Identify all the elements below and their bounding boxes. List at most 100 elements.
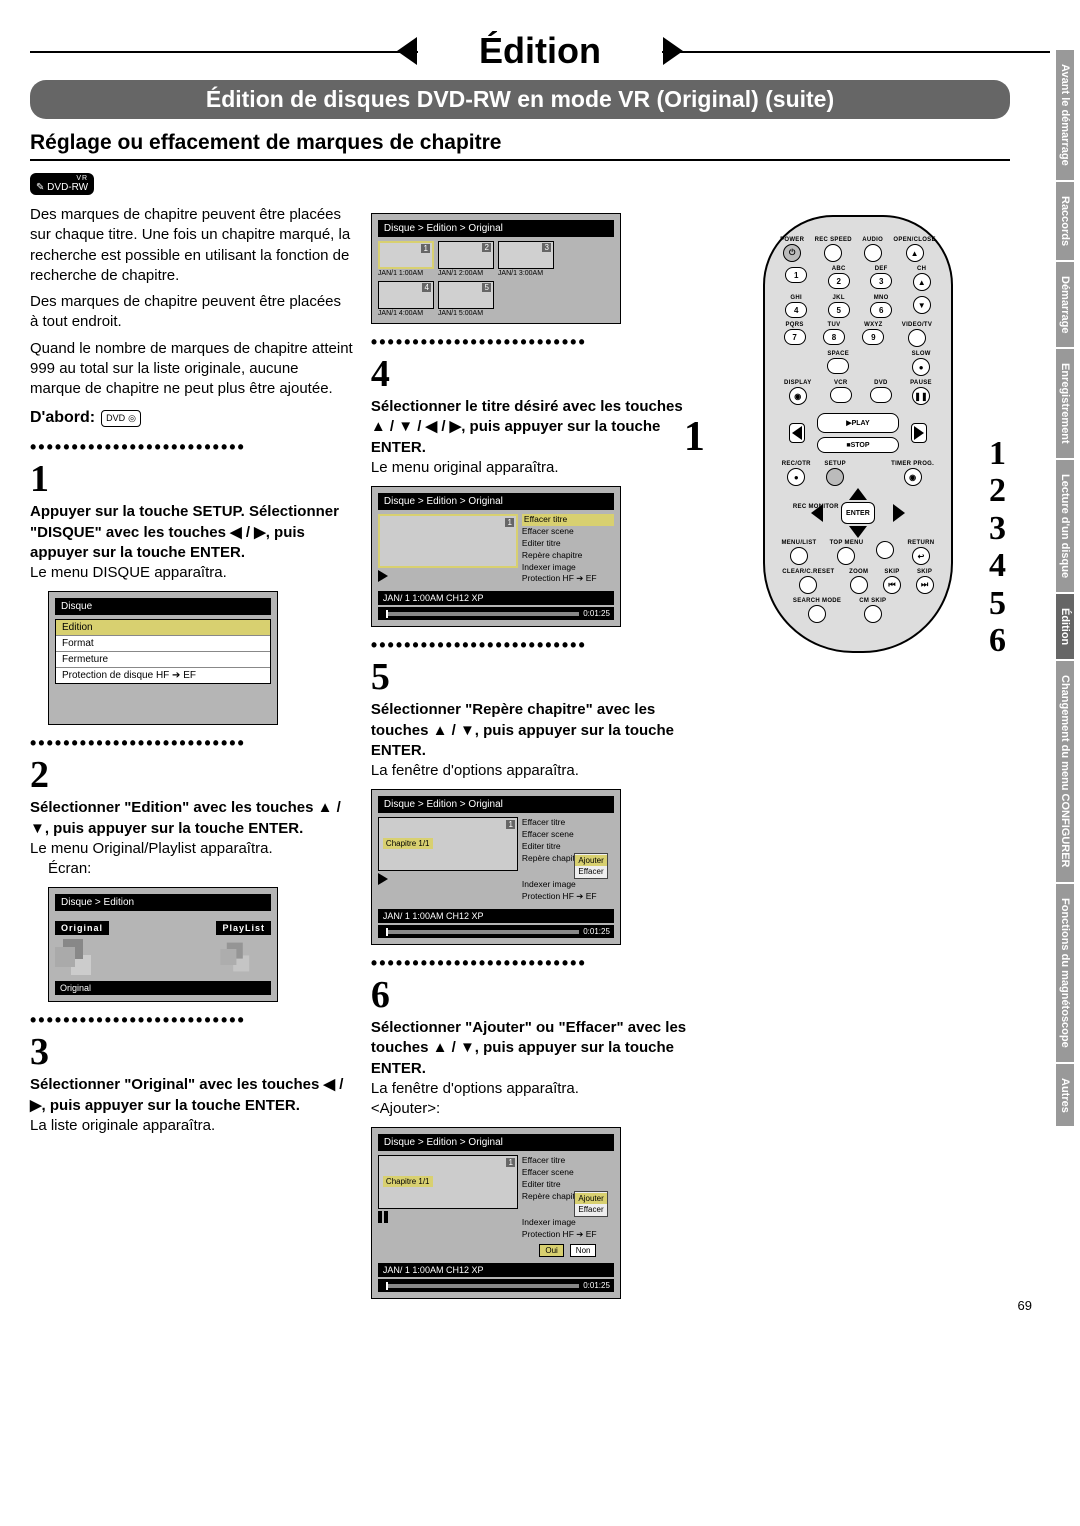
dvd-icon: DVD◎ [101, 410, 141, 427]
osd-title2: Disque > Edition > Original 1Chapitre 1/… [371, 789, 621, 945]
num-0[interactable] [827, 358, 849, 374]
dots: •••••••••••••••••••••••••• [30, 733, 353, 754]
intro-p2: Des marques de chapitre peuvent être pla… [30, 292, 353, 333]
tab-enreg: Enregistrement [1056, 349, 1074, 460]
step4-num: 4 [371, 355, 694, 393]
section-heading: Réglage ou effacement de marques de chap… [30, 131, 1010, 161]
enter-button[interactable]: ENTER [841, 502, 875, 524]
osd-edition-header: Disque > Edition [55, 894, 271, 911]
vcr-button[interactable] [830, 387, 852, 403]
num-5[interactable]: 5 [828, 302, 850, 318]
num-8[interactable]: 8 [823, 329, 845, 345]
osd-title3: Disque > Edition > Original 1Chapitre 1/… [371, 1127, 621, 1299]
step6-desc: La fenêtre d'options apparaîtra. [371, 1079, 694, 1099]
dots: •••••••••••••••••••••••••• [30, 437, 353, 458]
step2-bold: Sélectionner "Edition" avec les touches … [30, 798, 353, 839]
recspeed-button[interactable] [824, 244, 842, 262]
osd-item-edition: Edition [56, 620, 270, 636]
dots: •••••••••••••••••••••••••• [30, 1010, 353, 1031]
step1-num: 1 [30, 460, 353, 498]
num-7[interactable]: 7 [784, 329, 806, 345]
play-button[interactable]: ▶ PLAY [817, 413, 899, 433]
step3-desc: La liste originale apparaîtra. [30, 1116, 353, 1136]
power-button[interactable]: ⏻ [783, 244, 801, 262]
zoom-button[interactable] [850, 576, 868, 594]
osd-playlist-label: PlayList [216, 921, 271, 935]
step2-ecran: Écran: [48, 859, 353, 879]
ff-button[interactable] [911, 423, 927, 443]
step1-bold: Appuyer sur la touche SETUP. Sélectionne… [30, 502, 353, 563]
num-stack: 123 456 [989, 435, 1006, 659]
rew-button[interactable] [789, 423, 805, 443]
search-button[interactable] [808, 605, 826, 623]
openclose-button[interactable]: ▲ [906, 244, 924, 262]
tab-demarrage: Démarrage [1056, 262, 1074, 349]
column-right: 1 123 456 POWER⏻ REC SPEED AUDIO OPEN/CL… [712, 205, 1004, 1303]
step4-bold: Sélectionner le titre désiré avec les to… [371, 397, 694, 458]
step6-ajouter: <Ajouter>: [371, 1099, 694, 1119]
step5-num: 5 [371, 658, 694, 696]
ch-down[interactable]: ▼ [913, 296, 931, 314]
page-title: Édition [469, 30, 611, 72]
blank-button[interactable] [876, 541, 894, 559]
page-number: 69 [1018, 1298, 1032, 1313]
dabord-label: D'abord: [30, 409, 95, 427]
audio-button[interactable] [864, 244, 882, 262]
tab-edition: Édition [1056, 594, 1074, 661]
step2-num: 2 [30, 756, 353, 794]
num-1[interactable]: 1 [785, 267, 807, 283]
column-mid: Disque > Edition > Original 1JAN/1 1:00A… [371, 205, 694, 1303]
column-left: Des marques de chapitre peuvent être pla… [30, 205, 353, 1303]
stop-button[interactable]: ■ STOP [817, 437, 899, 453]
slow-button[interactable]: ● [912, 358, 930, 376]
topmenu-button[interactable] [837, 547, 855, 565]
side-tabs: Avant le démarrage Raccords Démarrage En… [1056, 50, 1074, 1128]
tab-magneto: Fonctions du magnétoscope [1056, 884, 1074, 1064]
dvdrw-badge: VR ✎ DVD-RW [30, 173, 94, 195]
tab-autres: Autres [1056, 1064, 1074, 1129]
osd-item-protection: Protection de disque HF ➔ EF [56, 668, 270, 683]
num-4[interactable]: 4 [785, 302, 807, 318]
dots: •••••••••••••••••••••••••• [371, 635, 694, 656]
arrow-up[interactable] [849, 488, 867, 500]
return-button[interactable]: ↩ [912, 547, 930, 565]
cmskip-button[interactable] [864, 605, 882, 623]
num-3[interactable]: 3 [870, 273, 892, 289]
remote-control: POWER⏻ REC SPEED AUDIO OPEN/CLOSE▲ 1 ABC… [763, 215, 953, 653]
pause-button[interactable]: ❚❚ [912, 387, 930, 405]
skipb-button[interactable]: ⏮ [883, 576, 901, 594]
tab-raccords: Raccords [1056, 182, 1074, 262]
tab-lecture: Lecture d'un disque [1056, 460, 1074, 594]
menulist-button[interactable] [790, 547, 808, 565]
timer-button[interactable]: ◉ [904, 468, 922, 486]
step3-num: 3 [30, 1033, 353, 1071]
dvd-button[interactable] [870, 387, 892, 403]
tab-avant: Avant le démarrage [1056, 50, 1074, 182]
rec-button[interactable]: ● [787, 468, 805, 486]
osd-edition-footer: Original [55, 981, 271, 995]
osd-item-format: Format [56, 636, 270, 652]
ch-up[interactable]: ▲ [913, 273, 931, 291]
skipf-button[interactable]: ⏭ [916, 576, 934, 594]
step1-desc: Le menu DISQUE apparaîtra. [30, 563, 353, 583]
osd-disque: Disque Edition Format Fermeture Protecti… [48, 591, 278, 725]
clear-button[interactable] [799, 576, 817, 594]
num-6[interactable]: 6 [870, 302, 892, 318]
videotv-button[interactable] [908, 329, 926, 347]
arrow-right[interactable] [893, 504, 905, 522]
display-button[interactable]: ◉ [789, 387, 807, 405]
num-2[interactable]: 2 [828, 273, 850, 289]
num-9[interactable]: 9 [862, 329, 884, 345]
step6-bold: Sélectionner "Ajouter" ou "Effacer" avec… [371, 1018, 694, 1079]
dots: •••••••••••••••••••••••••• [371, 953, 694, 974]
arrow-left[interactable] [811, 504, 823, 522]
step2-desc: Le menu Original/Playlist apparaîtra. [30, 839, 353, 859]
osd-item-fermeture: Fermeture [56, 652, 270, 668]
osd-title1: Disque > Edition > Original 1 Effacer ti… [371, 486, 621, 627]
arrow-down[interactable] [849, 526, 867, 538]
dots: •••••••••••••••••••••••••• [371, 332, 694, 353]
step5-desc: La fenêtre d'options apparaîtra. [371, 761, 694, 781]
title-banner: Édition [30, 30, 1050, 72]
step6-num: 6 [371, 976, 694, 1014]
setup-button[interactable] [826, 468, 844, 486]
